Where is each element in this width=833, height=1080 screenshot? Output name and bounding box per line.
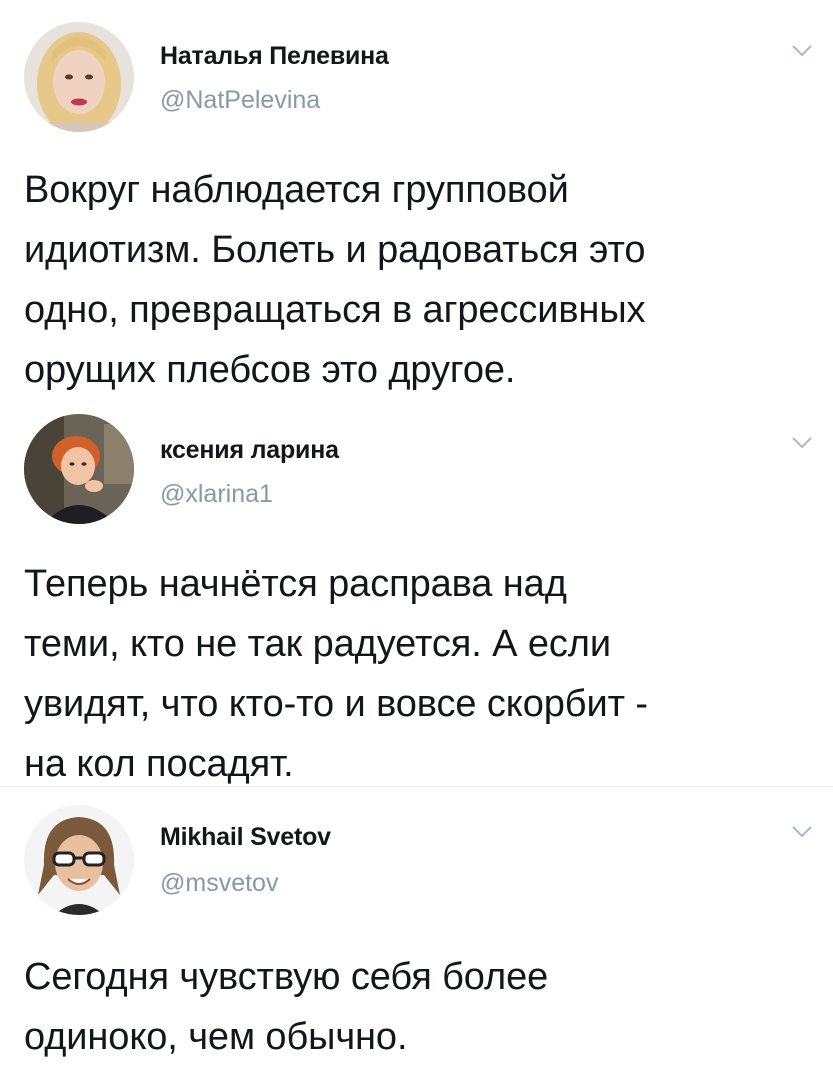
user-handle[interactable]: @xlarina1 <box>160 480 273 509</box>
tweet-card[interactable]: Наталья Пелевина @NatPelevina Вокруг наб… <box>0 0 833 398</box>
avatar-man-sunglasses-icon <box>24 805 134 915</box>
avatar[interactable] <box>24 414 134 524</box>
display-name[interactable]: Наталья Пелевина <box>160 42 389 71</box>
display-name[interactable]: Mikhail Svetov <box>160 823 331 852</box>
chevron-down-icon[interactable] <box>791 825 813 839</box>
tweet-text: Теперь начнётся расправа над теми, кто н… <box>24 563 648 785</box>
display-name[interactable]: ксения ларина <box>160 436 339 465</box>
tweet-card[interactable]: ксения ларина @xlarina1 Теперь начнётся … <box>0 398 833 786</box>
avatar[interactable] <box>24 805 134 915</box>
tweet-text: Сегодня чувствую себя более одиноко, чем… <box>24 956 549 1058</box>
avatar-blonde-woman-icon <box>24 22 134 132</box>
avatar-redhead-woman-icon <box>24 414 134 524</box>
tweet-card[interactable]: Mikhail Svetov @msvetov Сегодня чувствую… <box>0 786 833 1080</box>
chevron-down-icon[interactable] <box>791 436 813 450</box>
user-handle[interactable]: @msvetov <box>160 869 278 898</box>
chevron-down-icon[interactable] <box>791 44 813 58</box>
tweet-text: Вокруг наблюдается групповой идиотизм. Б… <box>24 169 646 391</box>
avatar[interactable] <box>24 22 134 132</box>
user-handle[interactable]: @NatPelevina <box>160 86 320 115</box>
